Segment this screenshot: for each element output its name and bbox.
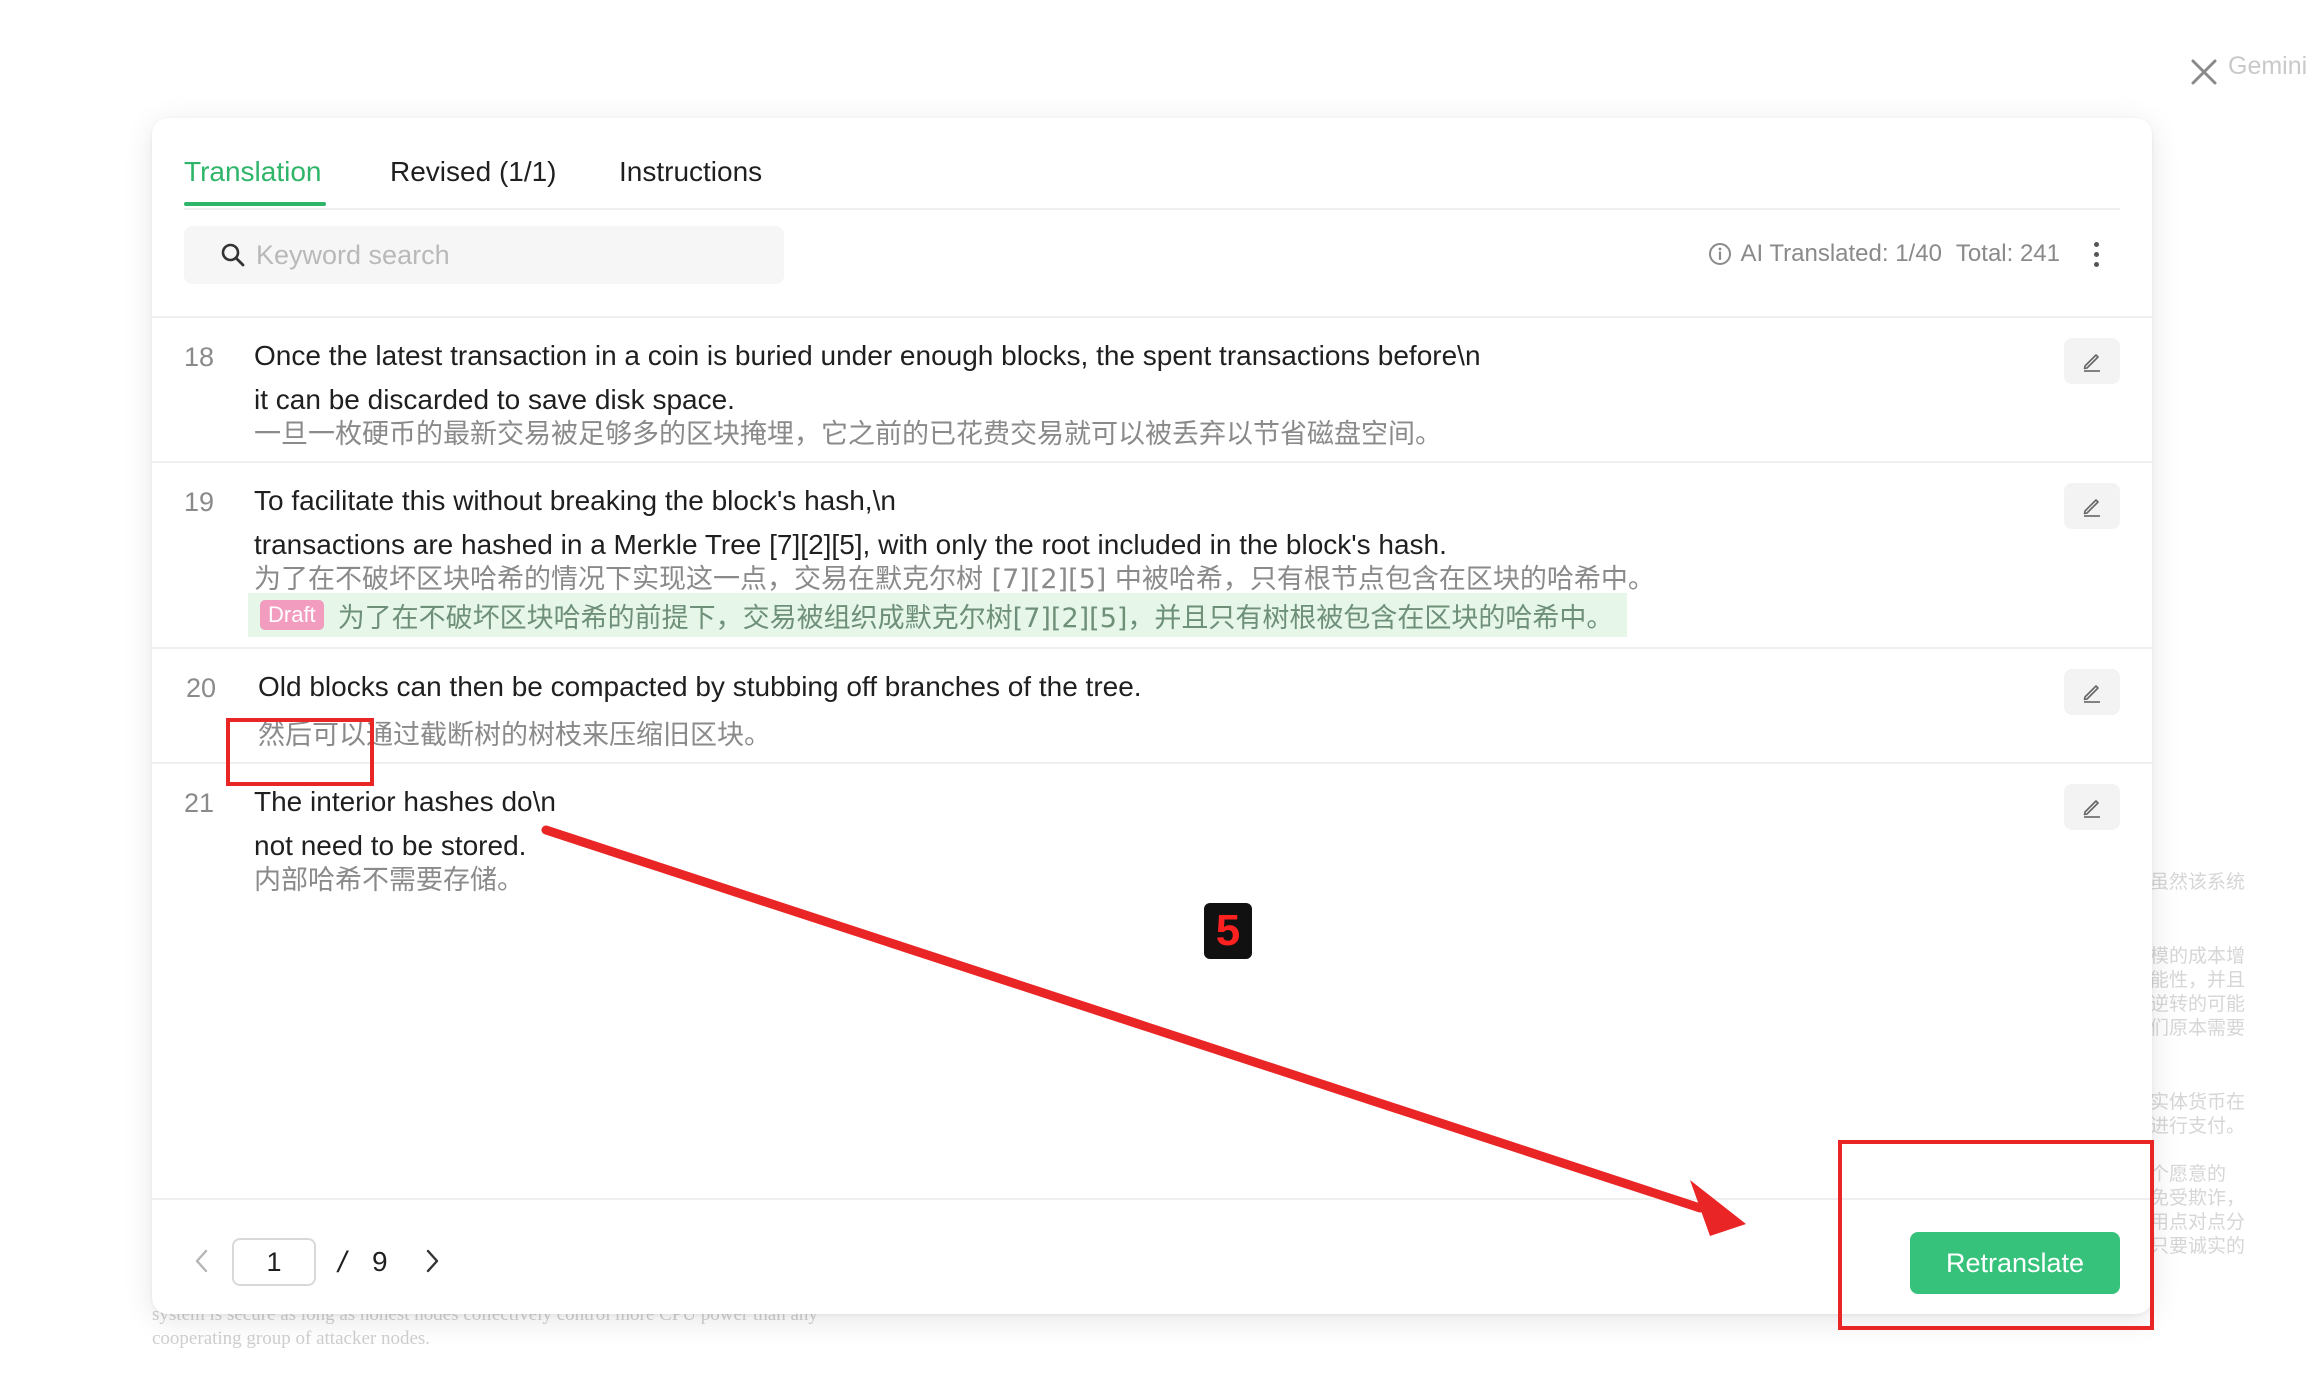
translation-stats: AI Translated: 1/40 Total: 241 — [1708, 240, 2060, 268]
segment-row[interactable]: 20 Old blocks can then be compacted by s… — [152, 649, 2152, 764]
more-options-button[interactable] — [2084, 234, 2108, 274]
segment-source-text: Old blocks can then be compacted by stub… — [258, 665, 1142, 709]
segment-row[interactable]: 19 To facilitate this without breaking t… — [152, 463, 2152, 649]
background-side-text: 逆转的可能 — [2150, 993, 2246, 1015]
screen: system is secure as long as honest nodes… — [0, 0, 2312, 1390]
source-line: To facilitate this without breaking the … — [254, 485, 896, 516]
segment-number: 18 — [184, 342, 215, 372]
background-side-text: 们原本需要 — [2150, 1017, 2246, 1039]
segment-number: 19 — [184, 487, 215, 517]
total-count: Total: 241 — [1955, 240, 2060, 267]
segment-translation: 内部哈希不需要存储。 — [254, 865, 524, 896]
background-side-text: 实体货币在 — [2150, 1091, 2246, 1113]
annotation-box-draft — [226, 718, 374, 786]
tab-instructions[interactable]: Instructions — [619, 156, 762, 188]
source-line: Old blocks can then be compacted by stub… — [258, 671, 1142, 702]
next-page-button[interactable] — [422, 1248, 442, 1279]
chevron-right-icon — [426, 1249, 439, 1273]
segment-translation: 一旦一枚硬币的最新交易被足够多的区块掩埋，它之前的已花费交易就可以被丢弃以节省磁… — [254, 419, 1442, 450]
background-side-text: 进行支付。 — [2150, 1115, 2246, 1137]
more-vertical-icon — [2093, 241, 2099, 247]
background-side-text: 虽然该系统 — [2150, 871, 2246, 893]
background-side-text: 模的成本增 — [2150, 945, 2246, 967]
page-separator: / — [338, 1246, 347, 1279]
step-number-badge: 5 — [1204, 903, 1252, 959]
ai-translated-count: AI Translated: 1/40 — [1740, 240, 1942, 267]
translation-dialog: Translation Revised (1/1) Instructions A… — [152, 118, 2152, 1314]
close-icon — [2191, 59, 2217, 85]
search-input[interactable] — [256, 239, 776, 271]
segment-source-text: The interior hashes do\n not need to be … — [254, 780, 556, 868]
draft-text: 为了在不破坏区块哈希的前提下，交易被组织成默克尔树[7][2][5]，并且只有树… — [337, 602, 1614, 634]
draft-badge: Draft — [260, 600, 324, 630]
background-line: cooperating group of attacker nodes. — [152, 1328, 431, 1349]
segment-translation: 为了在不破坏区块哈希的情况下实现这一点，交易在默克尔树 [7][2][5] 中被… — [254, 564, 1655, 595]
tab-translation[interactable]: Translation — [184, 156, 321, 188]
background-side-text: 能性，并且 — [2150, 969, 2246, 991]
background-side-text: 个愿意的 — [2150, 1163, 2227, 1185]
source-line: The interior hashes do\n — [254, 786, 556, 817]
draft-translation[interactable]: Draft 为了在不破坏区块哈希的前提下，交易被组织成默克尔树[7][2][5]… — [248, 593, 1628, 637]
page-total: 9 — [372, 1246, 388, 1277]
edit-button[interactable] — [2064, 669, 2120, 715]
tab-bar: Translation Revised (1/1) Instructions — [184, 118, 2120, 210]
previous-page-button[interactable] — [192, 1248, 212, 1279]
keyword-search-box — [184, 226, 784, 284]
pencil-icon — [2083, 685, 2100, 703]
edit-button[interactable] — [2064, 338, 2120, 384]
side-app-label: Gemini — [2228, 52, 2308, 80]
segment-source-text: Once the latest transaction in a coin is… — [254, 334, 1481, 422]
info-icon — [1709, 243, 1732, 265]
annotation-box-retranslate — [1838, 1140, 2154, 1330]
edit-button[interactable] — [2064, 784, 2120, 830]
pencil-icon — [2083, 800, 2100, 818]
background-side-text: 只要诚实的 — [2150, 1235, 2246, 1257]
source-line: Once the latest transaction in a coin is… — [254, 340, 1481, 371]
close-button[interactable] — [2184, 52, 2224, 92]
pencil-icon — [2083, 499, 2100, 517]
segment-row[interactable]: 18 Once the latest transaction in a coin… — [152, 318, 2152, 463]
background-side-text: 用点对点分 — [2150, 1211, 2246, 1233]
chevron-left-icon — [195, 1249, 208, 1273]
page-number-input[interactable] — [232, 1238, 316, 1286]
segment-source-text: To facilitate this without breaking the … — [254, 479, 1447, 567]
pencil-icon — [2083, 354, 2100, 372]
tab-revised[interactable]: Revised (1/1) — [390, 156, 557, 188]
segment-row[interactable]: 21 The interior hashes do\n not need to … — [152, 764, 2152, 909]
search-icon — [221, 243, 245, 267]
background-side-text: 免受欺诈， — [2150, 1187, 2246, 1209]
segment-number: 20 — [186, 673, 217, 703]
edit-button[interactable] — [2064, 483, 2120, 529]
active-tab-indicator — [184, 202, 326, 206]
segment-number: 21 — [184, 788, 215, 818]
segment-list: 18 Once the latest transaction in a coin… — [152, 316, 2152, 909]
